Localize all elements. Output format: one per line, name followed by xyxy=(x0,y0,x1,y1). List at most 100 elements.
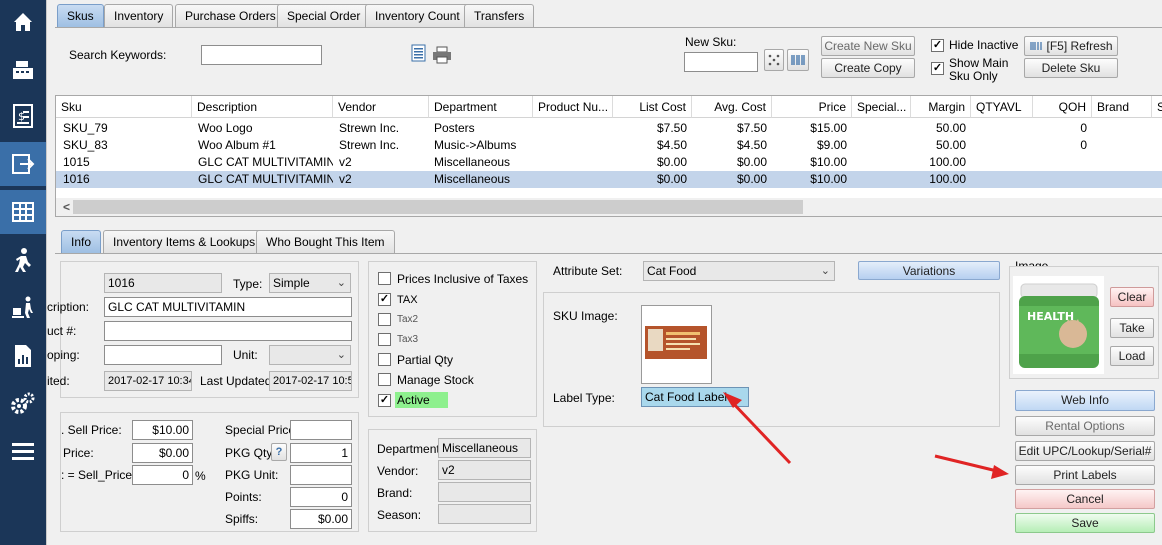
sku-field[interactable]: 1016 xyxy=(104,273,222,293)
column-header-margin[interactable]: Margin xyxy=(911,96,971,118)
tab-inventory-count[interactable]: Inventory Count xyxy=(365,4,470,27)
create-copy-button[interactable]: Create Copy xyxy=(821,58,915,78)
create-new-sku-button[interactable]: Create New Sku xyxy=(821,36,915,56)
save-button[interactable]: Save xyxy=(1015,513,1155,533)
column-header-list-cost[interactable]: List Cost xyxy=(613,96,692,118)
clear-image-button[interactable]: Clear xyxy=(1110,287,1154,307)
column-header-price[interactable]: Price xyxy=(772,96,852,118)
type-select[interactable]: Simple ⌄ xyxy=(269,273,351,293)
active-checkbox[interactable]: ✓ xyxy=(378,394,391,407)
cell-sku: 1015 xyxy=(63,155,90,169)
column-header-vendor[interactable]: Vendor xyxy=(333,96,429,118)
manage-stock-checkbox[interactable] xyxy=(378,373,391,386)
shipping-field[interactable] xyxy=(104,345,222,365)
nav-menu[interactable] xyxy=(0,430,46,474)
column-header-product-number[interactable]: Product Nu... xyxy=(533,96,613,118)
pkg-qty-label: PKG Qty: xyxy=(225,446,276,460)
tab-purchase-orders[interactable]: Purchase Orders xyxy=(175,4,286,27)
edit-upc-lookup-serial-button[interactable]: Edit UPC/Lookup/Serial# xyxy=(1015,441,1155,461)
sku-image-preview[interactable] xyxy=(641,305,712,384)
nav-export[interactable] xyxy=(0,142,46,186)
department-field[interactable]: Miscellaneous xyxy=(438,438,531,458)
column-header-special[interactable]: Special... xyxy=(852,96,911,118)
tax2-label: Tax2 xyxy=(397,314,419,325)
product-image[interactable]: HEALTH xyxy=(1013,276,1104,374)
cell-avg-cost: $0.00 xyxy=(736,155,767,169)
label-type-select[interactable]: Cat Food Label xyxy=(641,387,749,407)
nav-shipping[interactable] xyxy=(0,286,46,330)
search-input[interactable] xyxy=(201,45,322,65)
prices-inclusive-checkbox[interactable] xyxy=(378,272,391,285)
load-image-button[interactable]: Load xyxy=(1110,346,1154,366)
show-main-sku-only-checkbox[interactable]: ✓ xyxy=(931,62,944,75)
special-price-field[interactable] xyxy=(290,420,352,440)
tab-inventory-items-lookups[interactable]: Inventory Items & Lookups xyxy=(103,230,266,253)
cell-margin: 50.00 xyxy=(935,138,966,152)
percent-sign: % xyxy=(195,469,206,483)
brand-field[interactable] xyxy=(438,482,531,502)
tab-who-bought-this-item[interactable]: Who Bought This Item xyxy=(256,230,395,253)
nav-home[interactable] xyxy=(0,0,46,44)
scroll-left-icon[interactable]: < xyxy=(63,199,70,215)
pkg-unit-field[interactable] xyxy=(290,465,352,485)
tax3-checkbox[interactable] xyxy=(378,333,391,346)
product-number-field[interactable] xyxy=(104,321,352,341)
tab-skus[interactable]: Skus xyxy=(57,4,104,27)
nav-invoice[interactable]: $ xyxy=(0,94,46,138)
column-header-qoh[interactable]: QOH xyxy=(1033,96,1092,118)
column-header-s[interactable]: S xyxy=(1152,96,1162,118)
rental-options-button[interactable]: Rental Options xyxy=(1015,416,1155,436)
tax-checkbox[interactable]: ✓ xyxy=(378,293,391,306)
scrollbar-thumb[interactable] xyxy=(73,200,803,214)
hide-inactive-checkbox[interactable]: ✓ xyxy=(931,39,944,52)
percent-field[interactable]: 0 xyxy=(132,465,193,485)
pkg-qty-field[interactable]: 1 xyxy=(290,443,352,463)
attribute-set-select[interactable]: Cat Food ⌄ xyxy=(643,261,835,281)
take-image-button[interactable]: Take xyxy=(1110,318,1154,338)
unit-select[interactable]: ⌄ xyxy=(269,345,351,365)
column-header-avg-cost[interactable]: Avg. Cost xyxy=(692,96,772,118)
vendor-field[interactable]: v2 xyxy=(438,460,531,480)
variations-button[interactable]: Variations xyxy=(858,261,1000,280)
shipping-label: oping: xyxy=(47,348,80,362)
active-label: Active xyxy=(395,392,448,408)
price-field[interactable]: $0.00 xyxy=(132,443,193,463)
column-header-qtyavl[interactable]: QTYAVL xyxy=(971,96,1033,118)
vendor-label: Vendor: xyxy=(377,464,419,478)
spiffs-field[interactable]: $0.00 xyxy=(290,509,352,529)
cell-description: GLC CAT MULTIVITAMIN xyxy=(198,172,333,186)
sell-price-field[interactable]: $10.00 xyxy=(132,420,193,440)
tab-special-order[interactable]: Special Order xyxy=(277,4,371,27)
shipping-icon xyxy=(12,296,33,318)
unit-label: Unit: xyxy=(233,348,258,362)
tab-inventory[interactable]: Inventory xyxy=(104,4,174,27)
column-header-brand[interactable]: Brand xyxy=(1092,96,1152,118)
tax2-checkbox[interactable] xyxy=(378,313,391,326)
column-header-sku[interactable]: Sku xyxy=(56,96,192,118)
points-field[interactable]: 0 xyxy=(290,487,352,507)
partial-qty-checkbox[interactable] xyxy=(378,353,391,366)
season-field[interactable] xyxy=(438,504,531,524)
tab-info[interactable]: Info xyxy=(61,230,102,253)
printer-icon[interactable] xyxy=(432,46,452,67)
new-sku-input[interactable] xyxy=(684,52,758,72)
refresh-button[interactable]: [F5] Refresh xyxy=(1024,36,1118,56)
nav-customer[interactable] xyxy=(0,238,46,282)
column-header-department[interactable]: Department xyxy=(429,96,533,118)
chevron-down-icon: ⌄ xyxy=(336,349,346,361)
nav-reports[interactable] xyxy=(0,334,46,378)
tab-transfers[interactable]: Transfers xyxy=(464,4,535,27)
report-icon[interactable] xyxy=(411,44,429,67)
nav-inventory[interactable] xyxy=(0,190,46,234)
pkg-qty-help-button[interactable]: ? xyxy=(271,443,287,461)
description-field[interactable]: GLC CAT MULTIVITAMIN xyxy=(104,297,352,317)
print-labels-button[interactable]: Print Labels xyxy=(1015,465,1155,485)
barcode-sku-button[interactable] xyxy=(787,49,809,71)
nav-settings[interactable] xyxy=(0,382,46,426)
delete-sku-button[interactable]: Delete Sku xyxy=(1024,58,1118,78)
nav-register[interactable] xyxy=(0,48,46,92)
web-info-button[interactable]: Web Info xyxy=(1015,390,1155,411)
generate-sku-button[interactable] xyxy=(764,49,784,71)
column-header-description[interactable]: Description xyxy=(192,96,333,118)
cancel-button[interactable]: Cancel xyxy=(1015,489,1155,509)
